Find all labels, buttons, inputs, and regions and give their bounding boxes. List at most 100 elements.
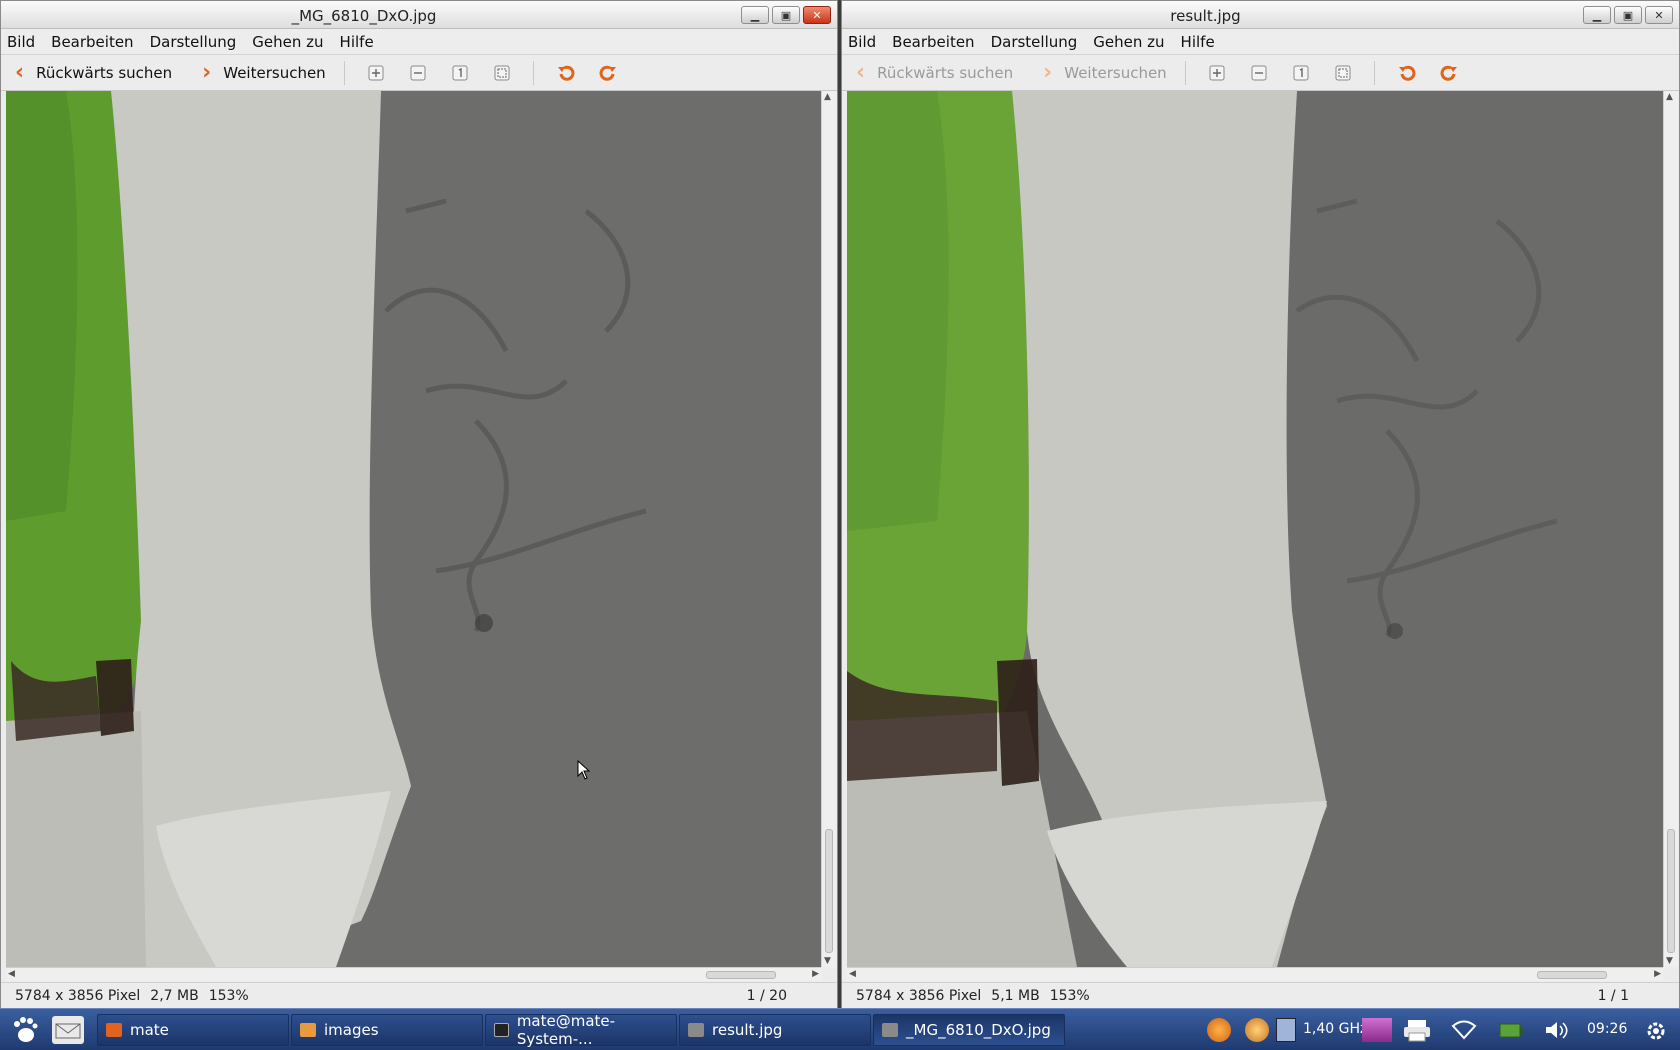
statusbar: 5784 x 3856 Pixel 5,1 MB 153% 1 / 1 [842,982,1679,1008]
horizontal-scrollbar[interactable]: ◀ ▶ [847,967,1663,981]
scroll-thumb[interactable] [1537,971,1607,979]
scroll-right-icon[interactable]: ▶ [812,969,819,979]
rotate-left-icon[interactable] [555,63,575,83]
toolbar-separator [1184,61,1186,85]
menubar: Bild Bearbeiten Darstellung Gehen zu Hil… [842,29,1679,55]
browser-icon[interactable] [1207,1018,1231,1042]
zoom-level: 153% [1049,987,1090,1004]
rotate-left-icon[interactable] [1396,63,1416,83]
app-icon [106,1023,122,1037]
window-title: _MG_6810_DxO.jpg [291,7,437,25]
taskbar-item-result[interactable]: result.jpg [679,1014,871,1046]
titlebar[interactable]: result.jpg ▁ ▣ ✕ [842,1,1679,29]
system-monitor-icon [1362,1018,1392,1042]
toolbar: ‹ Rückwärts suchen › Weitersuchen [842,56,1679,91]
folder-icon [300,1023,316,1037]
zoom-out-icon[interactable] [1249,63,1269,83]
scroll-up-icon[interactable]: ▲ [1666,92,1673,102]
image-viewer-window-right: result.jpg ▁ ▣ ✕ Bild Bearbeiten Darstel… [841,0,1680,1008]
scroll-thumb[interactable] [706,971,776,979]
printer-icon[interactable] [1402,1018,1432,1042]
zoom-in-icon[interactable] [366,63,386,83]
cpu-frequency: 1,40 GHz [1303,1021,1368,1037]
vertical-scrollbar[interactable]: ▲ ▼ [821,91,836,967]
close-button[interactable]: ✕ [803,6,831,24]
image-position: 1 / 1 [1597,987,1629,1004]
taskbar-item-terminal[interactable]: mate@mate-System-... [485,1012,677,1048]
chevron-right-icon: › [202,60,212,85]
menu-gehen-zu[interactable]: Gehen zu [252,33,323,51]
image-viewer-icon [688,1023,704,1037]
chevron-left-icon: ‹ [15,60,25,85]
scroll-down-icon[interactable]: ▼ [824,956,831,966]
file-size: 2,7 MB [150,987,199,1004]
image-canvas[interactable] [847,91,1663,967]
forward-button[interactable]: › Weitersuchen [202,62,326,84]
menu-hilfe[interactable]: Hilfe [1181,33,1215,51]
rotate-right-icon[interactable] [1438,63,1458,83]
toolbar-separator [1373,61,1375,85]
zoom-in-icon[interactable] [1207,63,1227,83]
rotate-right-icon[interactable] [597,63,617,83]
chevron-right-icon: › [1043,60,1053,85]
horizontal-scrollbar[interactable]: ◀ ▶ [6,967,821,981]
back-button[interactable]: ‹ Rückwärts suchen [15,62,172,84]
image-canvas[interactable] [6,91,821,967]
forward-button[interactable]: › Weitersuchen [1043,62,1167,84]
zoom-out-icon[interactable] [408,63,428,83]
zoom-normal-icon[interactable] [1291,63,1311,83]
menu-darstellung[interactable]: Darstellung [991,33,1078,51]
network-icon[interactable] [1451,1018,1477,1042]
cpu-icon [1276,1018,1296,1042]
battery-icon[interactable] [1498,1018,1523,1042]
maximize-button[interactable]: ▣ [1614,6,1642,24]
menu-bild[interactable]: Bild [848,33,876,51]
menu-bild[interactable]: Bild [7,33,35,51]
zoom-fit-icon[interactable] [1333,63,1353,83]
taskbar: mate images mate@mate-System-... result.… [0,1008,1680,1050]
taskbar-item-mate[interactable]: mate [97,1014,289,1046]
menu-hilfe[interactable]: Hilfe [340,33,374,51]
terminal-icon [494,1023,509,1037]
scroll-thumb[interactable] [1667,829,1675,953]
toolbar: ‹ Rückwärts suchen › Weitersuchen [1,56,837,91]
image-dimensions: 5784 x 3856 Pixel [856,987,982,1004]
image-position: 1 / 20 [746,987,787,1004]
taskbar-item-images[interactable]: images [291,1014,483,1046]
menu-gehen-zu[interactable]: Gehen zu [1093,33,1164,51]
titlebar[interactable]: _MG_6810_DxO.jpg ▁ ▣ ✕ [1,1,837,29]
window-title: result.jpg [1170,7,1241,25]
displayed-image [6,91,821,967]
menu-darstellung[interactable]: Darstellung [150,33,237,51]
scroll-thumb[interactable] [825,829,833,953]
mouse-cursor-icon [577,760,591,780]
mail-icon[interactable] [52,1016,84,1044]
file-size: 5,1 MB [991,987,1040,1004]
minimize-button[interactable]: ▁ [741,6,769,24]
scroll-up-icon[interactable]: ▲ [824,92,831,102]
displayed-image [847,91,1663,967]
minimize-button[interactable]: ▁ [1583,6,1611,24]
back-button[interactable]: ‹ Rückwärts suchen [856,62,1013,84]
volume-icon[interactable] [1543,1018,1568,1042]
image-viewer-window-left: _MG_6810_DxO.jpg ▁ ▣ ✕ Bild Bearbeiten D… [0,0,838,1008]
zoom-fit-icon[interactable] [492,63,512,83]
menu-bearbeiten[interactable]: Bearbeiten [51,33,133,51]
close-button[interactable]: ✕ [1645,6,1673,24]
zoom-normal-icon[interactable] [450,63,470,83]
maximize-button[interactable]: ▣ [772,6,800,24]
scroll-left-icon[interactable]: ◀ [8,969,15,979]
taskbar-item-dxo[interactable]: _MG_6810_DxO.jpg [873,1014,1065,1046]
toolbar-separator [532,61,534,85]
zoom-level: 153% [208,987,249,1004]
menu-bearbeiten[interactable]: Bearbeiten [892,33,974,51]
vertical-scrollbar[interactable]: ▲ ▼ [1663,91,1678,967]
scroll-down-icon[interactable]: ▼ [1666,956,1673,966]
menu-foot-icon[interactable] [6,1014,42,1046]
scroll-left-icon[interactable]: ◀ [849,969,856,979]
toolbar-separator [343,61,345,85]
scroll-right-icon[interactable]: ▶ [1654,969,1661,979]
gear-icon[interactable] [1643,1018,1667,1042]
browser-icon[interactable] [1245,1018,1269,1042]
clock[interactable]: 09:26 [1587,1021,1627,1037]
